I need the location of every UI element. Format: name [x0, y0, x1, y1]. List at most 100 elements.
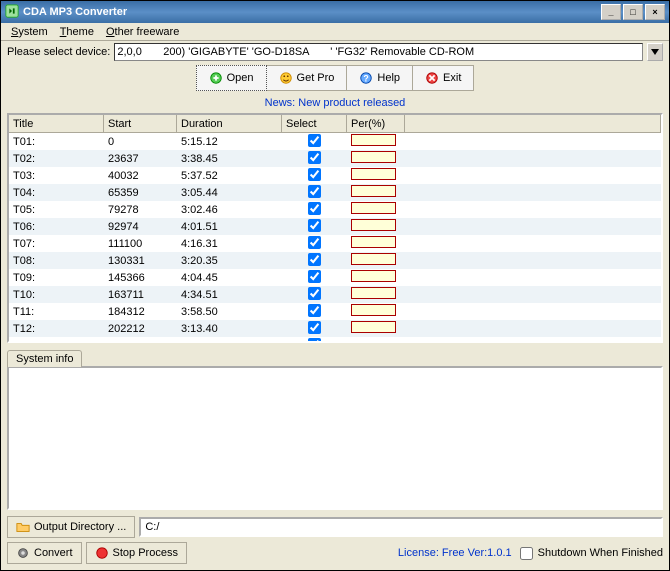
- cell-select: [282, 185, 347, 201]
- cell-select: [282, 134, 347, 150]
- cell-start: 0: [104, 136, 177, 148]
- track-checkbox[interactable]: [308, 202, 321, 215]
- cell-start: 202212: [104, 323, 177, 335]
- track-checkbox[interactable]: [308, 270, 321, 283]
- device-row: Please select device:: [1, 41, 669, 63]
- table-row[interactable]: T04:653593:05.44: [9, 184, 661, 201]
- table-row[interactable]: T02:236373:38.45: [9, 150, 661, 167]
- output-directory-button[interactable]: Output Directory ...: [7, 516, 135, 538]
- cell-start: 65359: [104, 187, 177, 199]
- license-text[interactable]: License: Free Ver:1.0.1: [398, 547, 512, 559]
- table-row[interactable]: [9, 337, 661, 341]
- open-button[interactable]: Open: [196, 65, 267, 91]
- cell-per: [347, 287, 405, 302]
- col-duration[interactable]: Duration: [177, 115, 282, 133]
- cell-start: 111100: [104, 238, 177, 250]
- stop-button[interactable]: Stop Process: [86, 542, 187, 564]
- cell-per: [347, 219, 405, 234]
- track-checkbox[interactable]: [308, 321, 321, 334]
- progress-bar: [351, 185, 396, 197]
- track-checkbox[interactable]: [308, 134, 321, 147]
- cell-duration: 4:16.31: [177, 238, 282, 250]
- table-row[interactable]: T08:1303313:20.35: [9, 252, 661, 269]
- col-start[interactable]: Start: [104, 115, 177, 133]
- track-checkbox[interactable]: [308, 287, 321, 300]
- cell-duration: 3:13.40: [177, 323, 282, 335]
- cell-title: T09:: [9, 272, 104, 284]
- cell-select: [282, 202, 347, 218]
- cell-start: 145366: [104, 272, 177, 284]
- col-select[interactable]: Select: [282, 115, 347, 133]
- table-row[interactable]: T11:1843123:58.50: [9, 303, 661, 320]
- menu-theme[interactable]: Theme: [54, 24, 100, 40]
- shutdown-checkbox[interactable]: [520, 547, 533, 560]
- track-checkbox[interactable]: [308, 185, 321, 198]
- device-dropdown-button[interactable]: [647, 43, 663, 61]
- cell-duration: 3:02.46: [177, 204, 282, 216]
- system-info-section: System info: [7, 349, 663, 510]
- output-path[interactable]: C:/: [139, 517, 663, 537]
- cell-per: [347, 134, 405, 149]
- cell-start: 23637: [104, 153, 177, 165]
- maximize-button[interactable]: □: [623, 4, 643, 20]
- cell-title: T10:: [9, 289, 104, 301]
- progress-bar: [351, 287, 396, 299]
- track-tbody[interactable]: T01:05:15.12T02:236373:38.45T03:400325:3…: [9, 133, 661, 341]
- cell-per: [347, 321, 405, 336]
- col-per[interactable]: Per(%): [347, 115, 405, 133]
- track-checkbox[interactable]: [308, 151, 321, 164]
- table-row[interactable]: T03:400325:37.52: [9, 167, 661, 184]
- track-checkbox[interactable]: [308, 219, 321, 232]
- menu-system[interactable]: System: [5, 24, 54, 40]
- track-checkbox[interactable]: [308, 236, 321, 249]
- progress-bar: [351, 270, 396, 282]
- cell-per: [347, 304, 405, 319]
- close-button[interactable]: ×: [645, 4, 665, 20]
- col-rest: [405, 115, 661, 133]
- convert-button[interactable]: Convert: [7, 542, 82, 564]
- app-icon: [5, 4, 19, 21]
- cell-per: [347, 253, 405, 268]
- menubar: System Theme Other freeware: [1, 23, 669, 41]
- track-checkbox[interactable]: [308, 253, 321, 266]
- table-row[interactable]: T12:2022123:13.40: [9, 320, 661, 337]
- shutdown-checkbox-label[interactable]: Shutdown When Finished: [516, 544, 663, 563]
- cell-select: [282, 304, 347, 320]
- news-link[interactable]: New product released: [298, 97, 405, 109]
- svg-text:?: ?: [364, 74, 369, 84]
- device-combo[interactable]: [114, 43, 643, 61]
- table-row[interactable]: T09:1453664:04.45: [9, 269, 661, 286]
- minimize-button[interactable]: _: [601, 4, 621, 20]
- cell-duration: 4:34.51: [177, 289, 282, 301]
- table-row[interactable]: T10:1637114:34.51: [9, 286, 661, 303]
- cell-duration: 5:37.52: [177, 170, 282, 182]
- news-prefix: News:: [265, 97, 299, 109]
- folder-icon: [16, 520, 30, 534]
- menu-other[interactable]: Other freeware: [100, 24, 185, 40]
- table-row[interactable]: T06:929744:01.51: [9, 218, 661, 235]
- progress-bar: [351, 219, 396, 231]
- track-checkbox[interactable]: [308, 338, 321, 342]
- progress-bar: [351, 151, 396, 163]
- track-checkbox[interactable]: [308, 304, 321, 317]
- help-button[interactable]: ? Help: [347, 65, 413, 91]
- stop-icon: [95, 546, 109, 560]
- device-label: Please select device:: [7, 46, 110, 58]
- cell-title: T06:: [9, 221, 104, 233]
- cell-select: [282, 287, 347, 303]
- system-info-tab[interactable]: System info: [7, 350, 82, 367]
- exit-button[interactable]: Exit: [413, 65, 474, 91]
- table-row[interactable]: T01:05:15.12: [9, 133, 661, 150]
- table-row[interactable]: T05:792783:02.46: [9, 201, 661, 218]
- cell-title: T07:: [9, 238, 104, 250]
- progress-bar: [351, 236, 396, 248]
- table-row[interactable]: T07:1111004:16.31: [9, 235, 661, 252]
- getpro-button[interactable]: Get Pro: [267, 65, 348, 91]
- cell-select: [282, 168, 347, 184]
- track-checkbox[interactable]: [308, 168, 321, 181]
- progress-bar: [351, 168, 396, 180]
- cell-select: [282, 151, 347, 167]
- col-title[interactable]: Title: [9, 115, 104, 133]
- cell-select: [282, 321, 347, 337]
- chevron-down-icon: [651, 49, 659, 55]
